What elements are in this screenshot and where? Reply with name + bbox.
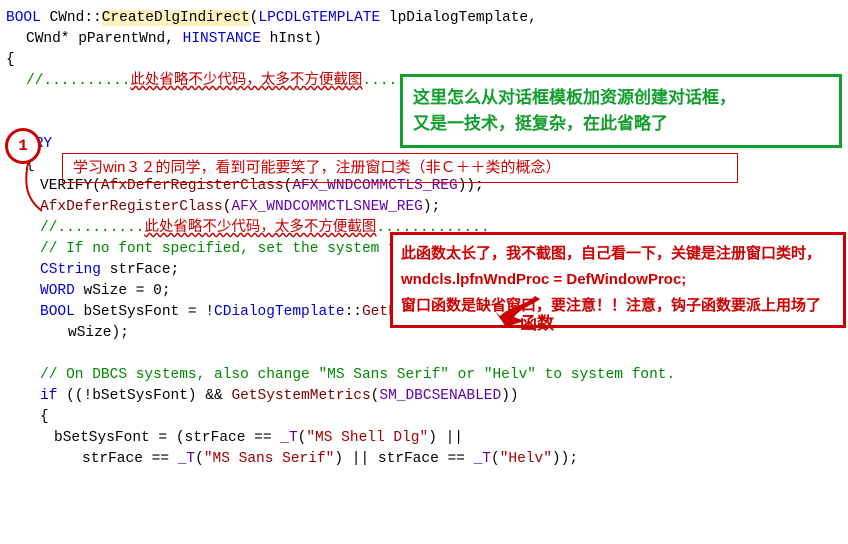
token: ((!bSetSysFont) && [57,388,231,404]
string: "MS Sans Serif" [204,451,335,467]
annotation-box-red: 此函数太长了，我不截图，自己看一下，关键是注册窗口类时， wndcls.lpfn… [390,232,846,328]
token: lpDialogTemplate, [380,10,537,26]
func: AfxDeferRegisterClass [40,199,223,215]
macro: _T [280,430,297,446]
macro: _T [178,451,195,467]
token: BOOL [6,10,41,26]
token: strFace == [82,451,178,467]
token: CWnd:: [41,10,102,26]
comment: // If no font specified, set the system … [40,241,432,257]
token: ); [423,199,440,215]
token: LPCDLGTEMPLATE [258,10,380,26]
type: WORD [40,283,75,299]
comment: //.......... [26,73,130,89]
func: GetSystemMetrics [231,388,370,404]
string: "Helv" [500,451,552,467]
token: )); [552,451,578,467]
comment: //.......... [40,220,144,236]
annotation-box-green: 这里怎么从对话框模板加资源创建对话框， 又是一技术，挺复杂，在此省略了 [400,74,842,148]
kw-if: if [40,388,57,404]
annotation-line: wndcls.lpfnWndProc = DefWindowProc; [401,267,835,293]
func-name: CreateDlgIndirect [102,10,250,26]
macro: _T [474,451,491,467]
token: wSize = 0; [75,283,171,299]
comment: // On DBCS systems, also change "MS Sans… [40,367,675,383]
annotation-line: 这里怎么从对话框模板加资源创建对话框， [413,85,829,111]
token: bSetSysFont = ! [75,304,214,320]
token: strFace; [101,262,179,278]
token: CWnd* pParentWnd, [26,31,183,47]
annotation-marker-1: 1 [5,128,41,164]
comment-zh: 此处省略不少代码，太多不方便截图 [144,220,376,236]
token: ( [491,451,500,467]
brace: { [6,50,842,71]
annotation-line: 此函数太长了，我不截图，自己看一下，关键是注册窗口类时， [401,241,835,267]
type: BOOL [40,304,75,320]
token: hInst) [261,31,322,47]
comment-zh: 此处省略不少代码，太多不方便截图 [130,73,362,89]
type: CDialogTemplate [214,304,345,320]
annotation-box-top: 学习win３２的同学，看到可能要笑了，注册窗口类（非Ｃ＋＋类的概念） [62,153,738,183]
annotation-line: 窗口函数是缺省窗口，要注意！！注意，钩子函数要派上用场了 [401,293,835,319]
type: CString [40,262,101,278]
token: )) [501,388,518,404]
macro: AFX_WNDCOMMCTLSNEW_REG [231,199,422,215]
token: ) || strFace == [334,451,473,467]
token: HINSTANCE [183,31,261,47]
token: ) || [428,430,463,446]
token: ( [195,451,204,467]
macro: SM_DBCSENABLED [379,388,501,404]
brace: { [6,407,842,428]
token: bSetSysFont = (strFace == [54,430,280,446]
annotation-func-label: 函数 [520,313,554,334]
annotation-line: 又是一技术，挺复杂，在此省略了 [413,111,829,137]
string: "MS Shell Dlg" [306,430,428,446]
token: :: [345,304,362,320]
